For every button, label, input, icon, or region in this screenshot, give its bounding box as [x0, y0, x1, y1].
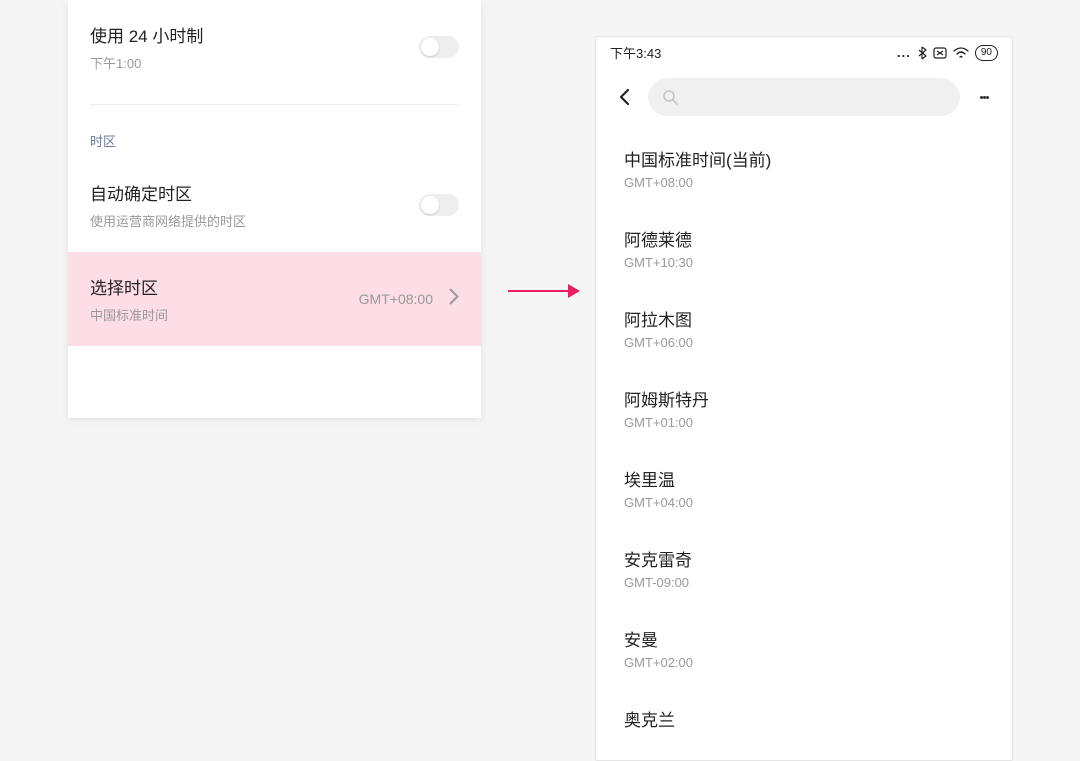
- timezone-item[interactable]: 阿拉木图 GMT+06:00: [596, 288, 1012, 368]
- timezone-name: 奥克兰: [624, 706, 984, 731]
- signal-icon: ...: [897, 45, 911, 60]
- timezone-name: 中国标准时间(当前): [624, 146, 984, 171]
- timezone-item[interactable]: 安曼 GMT+02:00: [596, 608, 1012, 688]
- timezone-offset: GMT+02:00: [624, 655, 984, 670]
- toggle-24h[interactable]: [419, 36, 459, 58]
- timezone-offset: GMT+04:00: [624, 495, 984, 510]
- timezone-item[interactable]: 安克雷奇 GMT-09:00: [596, 528, 1012, 608]
- row-auto-timezone[interactable]: 自动确定时区 使用运营商网络提供的时区: [68, 158, 481, 252]
- timezone-name: 安曼: [624, 626, 984, 651]
- row-24h-subtitle: 下午1:00: [90, 53, 459, 72]
- timezone-name: 埃里温: [624, 466, 984, 491]
- status-icons: ... 90: [897, 45, 998, 61]
- status-bar: 下午3:43 ... 90: [596, 37, 1012, 66]
- wifi-icon: [953, 47, 969, 59]
- status-time: 下午3:43: [610, 43, 661, 62]
- timezone-item[interactable]: 中国标准时间(当前) GMT+08:00: [596, 128, 1012, 208]
- back-button[interactable]: [610, 83, 638, 111]
- row-selecttz-subtitle: 中国标准时间: [90, 305, 459, 324]
- battery-icon: 90: [975, 45, 998, 61]
- timezone-offset: GMT+06:00: [624, 335, 984, 350]
- timezone-item[interactable]: 阿德莱德 GMT+10:30: [596, 208, 1012, 288]
- timezone-name: 阿德莱德: [624, 226, 984, 251]
- more-button[interactable]: [970, 83, 998, 111]
- timezone-offset: GMT+10:30: [624, 255, 984, 270]
- section-header-timezone: 时区: [68, 115, 481, 158]
- top-bar: [596, 66, 1012, 124]
- timezone-name: 阿拉木图: [624, 306, 984, 331]
- row-24h-title: 使用 24 小时制: [90, 22, 459, 47]
- search-input[interactable]: [648, 78, 960, 116]
- timezone-offset: GMT+01:00: [624, 415, 984, 430]
- row-autotz-title: 自动确定时区: [90, 180, 459, 205]
- settings-panel: 使用 24 小时制 下午1:00 时区 自动确定时区 使用运营商网络提供的时区 …: [68, 0, 481, 418]
- bluetooth-icon: [917, 46, 927, 60]
- timezone-item[interactable]: 奥克兰: [596, 688, 1012, 753]
- row-24h-format[interactable]: 使用 24 小时制 下午1:00: [68, 0, 481, 94]
- timezone-list[interactable]: 中国标准时间(当前) GMT+08:00 阿德莱德 GMT+10:30 阿拉木图…: [596, 124, 1012, 757]
- divider: [90, 104, 459, 105]
- timezone-offset: GMT-09:00: [624, 575, 984, 590]
- search-icon: [662, 89, 678, 105]
- chevron-right-icon: [449, 289, 459, 310]
- row-select-timezone[interactable]: 选择时区 中国标准时间 GMT+08:00: [68, 252, 481, 346]
- timezone-item[interactable]: 阿姆斯特丹 GMT+01:00: [596, 368, 1012, 448]
- flow-arrow-icon: [508, 286, 580, 296]
- toggle-auto-timezone[interactable]: [419, 194, 459, 216]
- timezone-name: 阿姆斯特丹: [624, 386, 984, 411]
- row-selecttz-value: GMT+08:00: [359, 291, 433, 307]
- timezone-offset: GMT+08:00: [624, 175, 984, 190]
- timezone-picker-panel: 下午3:43 ... 90 中国标准时间(当前) GMT+: [595, 36, 1013, 761]
- timezone-item[interactable]: 埃里温 GMT+04:00: [596, 448, 1012, 528]
- row-autotz-subtitle: 使用运营商网络提供的时区: [90, 211, 459, 230]
- no-sim-icon: [933, 47, 947, 59]
- timezone-name: 安克雷奇: [624, 546, 984, 571]
